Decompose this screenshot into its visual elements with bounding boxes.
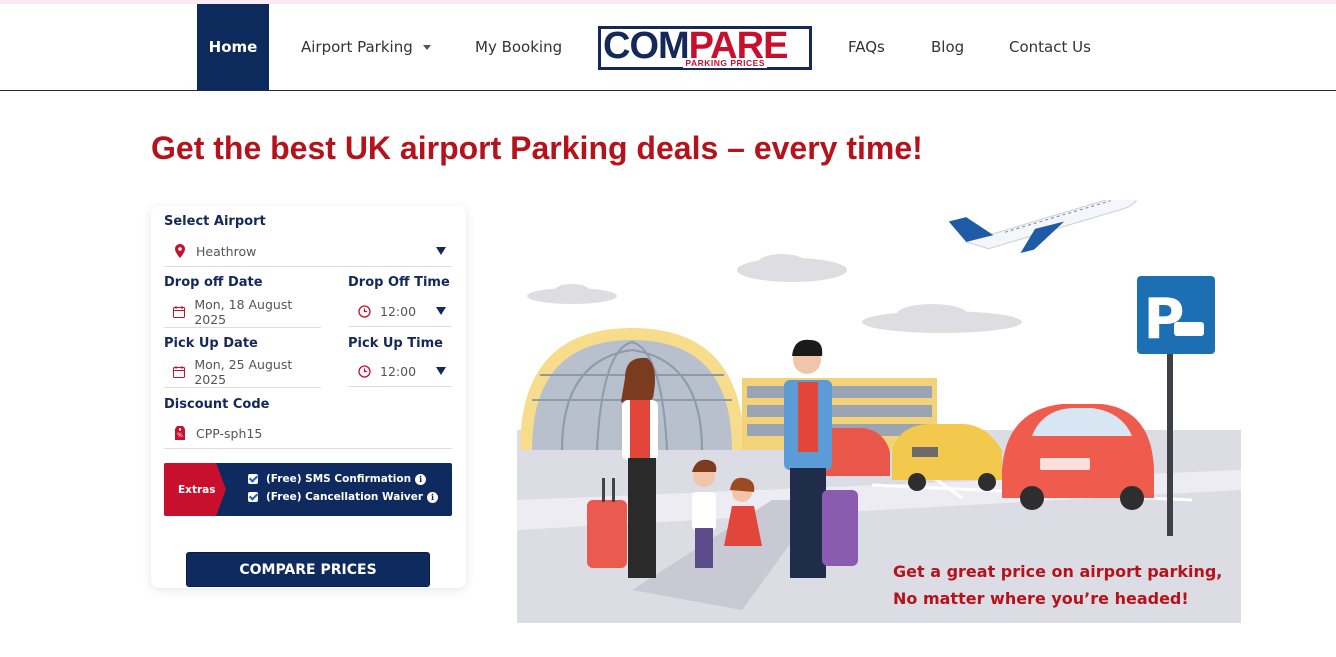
clouds [527, 254, 1022, 333]
nav-my-booking[interactable]: My Booking [475, 4, 562, 90]
search-form-card: Select Airport Heathrow Drop off Date Mo… [151, 206, 466, 588]
nav-airport-parking-label: Airport Parking [301, 38, 413, 56]
tag-icon: % [164, 426, 196, 440]
cancellation-waiver-label: (Free) Cancellation Waiver [266, 491, 424, 503]
info-icon[interactable]: i [427, 491, 439, 503]
caret-down-icon [422, 44, 431, 50]
nav-my-booking-label: My Booking [475, 38, 563, 56]
sms-confirmation-checkbox[interactable] [248, 474, 258, 484]
pickup-date-field[interactable]: Mon, 25 August 2025 [164, 357, 321, 388]
nav-faqs-label: FAQs [848, 38, 885, 56]
clock-icon [348, 364, 380, 378]
calendar-icon [164, 366, 194, 378]
page-headline: Get the best UK airport Parking deals – … [151, 130, 923, 166]
hero-caption-line-1: Get a great price on airport parking, [893, 562, 1223, 581]
sms-confirmation-option[interactable]: (Free) SMS Confirmation i [248, 473, 427, 485]
svg-text:%: % [177, 432, 183, 439]
nav-faqs[interactable]: FAQs [848, 4, 885, 90]
discount-code-label: Discount Code [164, 397, 270, 412]
dropoff-time-label: Drop Off Time [348, 275, 450, 290]
map-pin-icon [164, 244, 196, 258]
discount-code-value: CPP-sph15 [196, 425, 263, 441]
airport-select[interactable]: Heathrow [164, 236, 452, 267]
nav-home[interactable]: Home [197, 4, 269, 90]
info-icon[interactable]: i [415, 473, 427, 485]
airport-dropdown-arrow-icon [436, 247, 446, 255]
airport-value: Heathrow [196, 243, 257, 259]
cancellation-waiver-checkbox[interactable] [248, 492, 258, 502]
nav-blog[interactable]: Blog [931, 4, 964, 90]
cancellation-waiver-option[interactable]: (Free) Cancellation Waiver i [248, 491, 439, 503]
airplane [948, 200, 1139, 254]
dropoff-date-field[interactable]: Mon, 18 August 2025 [164, 297, 321, 328]
dropoff-date-value: Mon, 18 August 2025 [194, 297, 293, 327]
logo-text-left: COM [603, 25, 690, 67]
discount-code-input[interactable]: % CPP-sph15 [164, 418, 452, 449]
dropoff-date-label: Drop off Date [164, 275, 263, 290]
dropoff-time-arrow-icon [436, 307, 446, 315]
site-logo[interactable]: COMPARE PARKING PRICES [598, 25, 812, 70]
sms-confirmation-label: (Free) SMS Confirmation [266, 473, 412, 485]
nav-contact-us-label: Contact Us [1009, 38, 1091, 56]
parking-sign-letter: P [1143, 287, 1184, 352]
dropoff-time-select[interactable]: 12:00 [348, 296, 452, 327]
pickup-time-value: 12:00 [380, 363, 417, 379]
compare-prices-button[interactable]: COMPARE PRICES [186, 552, 430, 587]
pickup-time-select[interactable]: 12:00 [348, 356, 452, 387]
logo-tagline: PARKING PRICES [683, 58, 767, 68]
hero-caption-line-2: No matter where you’re headed! [893, 589, 1189, 608]
hero-caption: Get a great price on airport parking, No… [893, 558, 1222, 612]
pickup-time-label: Pick Up Time [348, 336, 443, 351]
pickup-date-label: Pick Up Date [164, 336, 258, 351]
extras-tab: Extras [164, 463, 226, 516]
dropoff-time-value: 12:00 [380, 303, 417, 319]
nav-airport-parking[interactable]: Airport Parking [301, 4, 431, 90]
nav-contact-us[interactable]: Contact Us [1009, 4, 1091, 90]
top-navbar: Home Airport Parking My Booking COMPARE … [0, 4, 1336, 91]
extras-panel: Extras (Free) SMS Confirmation i (Free) … [164, 463, 452, 516]
nav-home-label: Home [208, 38, 258, 56]
nav-blog-label: Blog [931, 38, 965, 56]
clock-icon [348, 304, 380, 318]
calendar-icon [164, 306, 194, 318]
pickup-time-arrow-icon [436, 367, 446, 375]
select-airport-label: Select Airport [164, 214, 266, 229]
pickup-date-value: Mon, 25 August 2025 [194, 357, 293, 387]
